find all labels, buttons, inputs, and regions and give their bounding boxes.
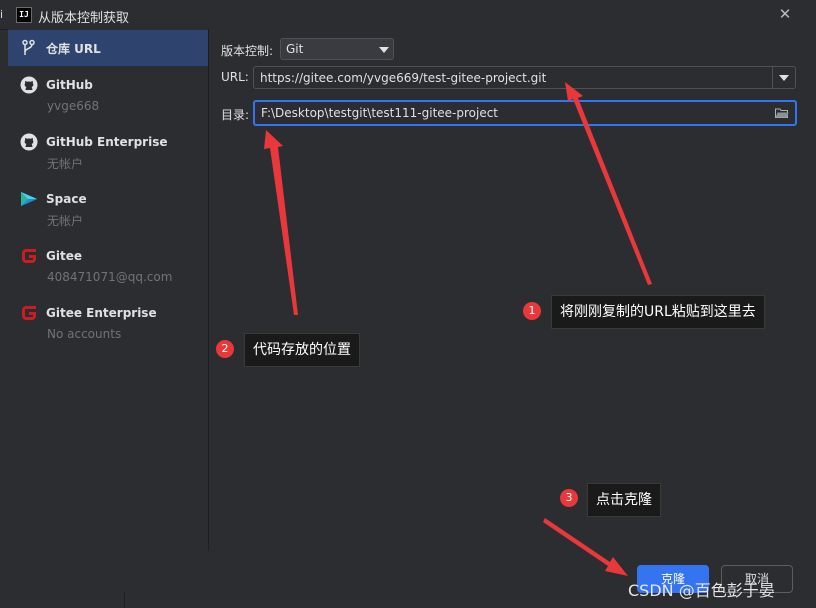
annotation-badge-3: 3 xyxy=(560,489,578,507)
csdn-watermark: CSDN @百色彭于晏 xyxy=(628,581,775,600)
arrow-1 xyxy=(565,82,652,285)
annotation-badge-1: 1 xyxy=(523,302,541,320)
annotation-callout-1: 将刚刚复制的URL粘贴到这里去 xyxy=(551,295,765,329)
arrow-3 xyxy=(543,518,628,576)
annotation-badge-2: 2 xyxy=(216,340,234,358)
annotation-callout-2: 代码存放的位置 xyxy=(244,333,360,367)
arrow-2 xyxy=(264,130,298,315)
annotation-callout-3: 点击克隆 xyxy=(587,483,661,517)
